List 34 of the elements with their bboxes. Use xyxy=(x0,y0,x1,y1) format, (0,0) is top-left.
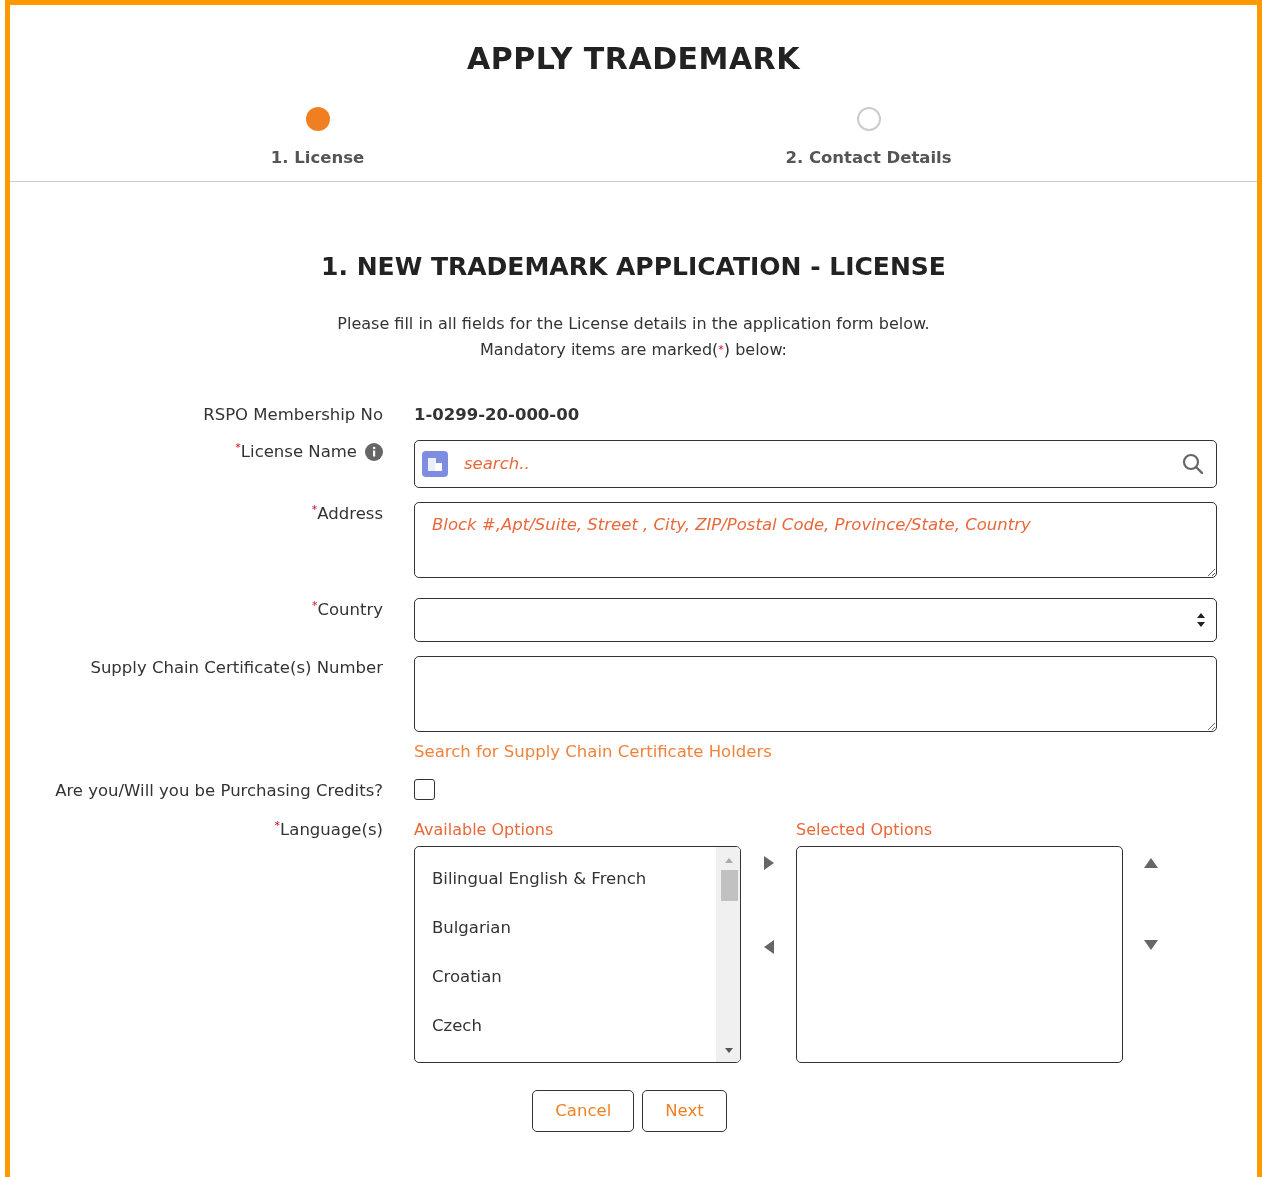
list-option[interactable]: Bulgarian xyxy=(415,902,716,952)
field-label: RSPO Membership No xyxy=(203,404,383,427)
checkbox[interactable] xyxy=(414,778,435,800)
sort-arrows-icon xyxy=(1196,612,1206,628)
list-heading: Available Options xyxy=(414,818,555,841)
step-label[interactable]: 1. License xyxy=(270,146,365,171)
section-title: 1. NEW TRADEMARK APPLICATION - LICENSE xyxy=(320,250,947,283)
list-option[interactable]: Czech xyxy=(415,1000,716,1050)
field-label: *Address xyxy=(311,502,383,525)
list-heading: Selected Options xyxy=(796,818,934,841)
text-area[interactable]: Block #,Apt/Suite, Street , City, ZIP/Postal Code, Province/State, Country xyxy=(414,502,1217,578)
step-label[interactable]: 2. Contact Details xyxy=(785,146,952,171)
select-field[interactable] xyxy=(414,598,1217,642)
building-icon xyxy=(422,451,448,477)
field-label: Are you/Will you be Purchasing Credits? xyxy=(55,779,383,802)
instruction-text: Please fill in all fields for the License details in the application form below. xyxy=(336,313,931,336)
scrollbar[interactable] xyxy=(716,846,740,1062)
left-arrow-icon[interactable] xyxy=(763,939,774,954)
field-label: *Country xyxy=(311,598,383,621)
list-option[interactable]: Croatian xyxy=(415,951,716,1001)
up-arrow-icon[interactable] xyxy=(1144,857,1158,868)
field-value: 1-0299-20-000-00 xyxy=(414,405,580,425)
field-label: *License Name xyxy=(235,440,357,463)
list-option[interactable]: Bilingual English & French xyxy=(415,853,716,903)
right-arrow-icon[interactable] xyxy=(763,855,774,870)
instruction-text: Mandatory items are marked(*) below: xyxy=(479,339,788,362)
page-title: APPLY TRADEMARK xyxy=(466,40,801,77)
search-icon xyxy=(1182,453,1204,475)
options-list[interactable]: Bilingual English & French Bulgarian Croatian Czech xyxy=(414,845,741,1063)
step-indicator[interactable] xyxy=(305,107,330,131)
down-arrow-icon[interactable] xyxy=(1144,939,1158,950)
text-area[interactable] xyxy=(414,656,1217,732)
field-label: *Language(s) xyxy=(274,817,383,841)
field-label: Supply Chain Certificate(s) Number xyxy=(90,657,383,679)
